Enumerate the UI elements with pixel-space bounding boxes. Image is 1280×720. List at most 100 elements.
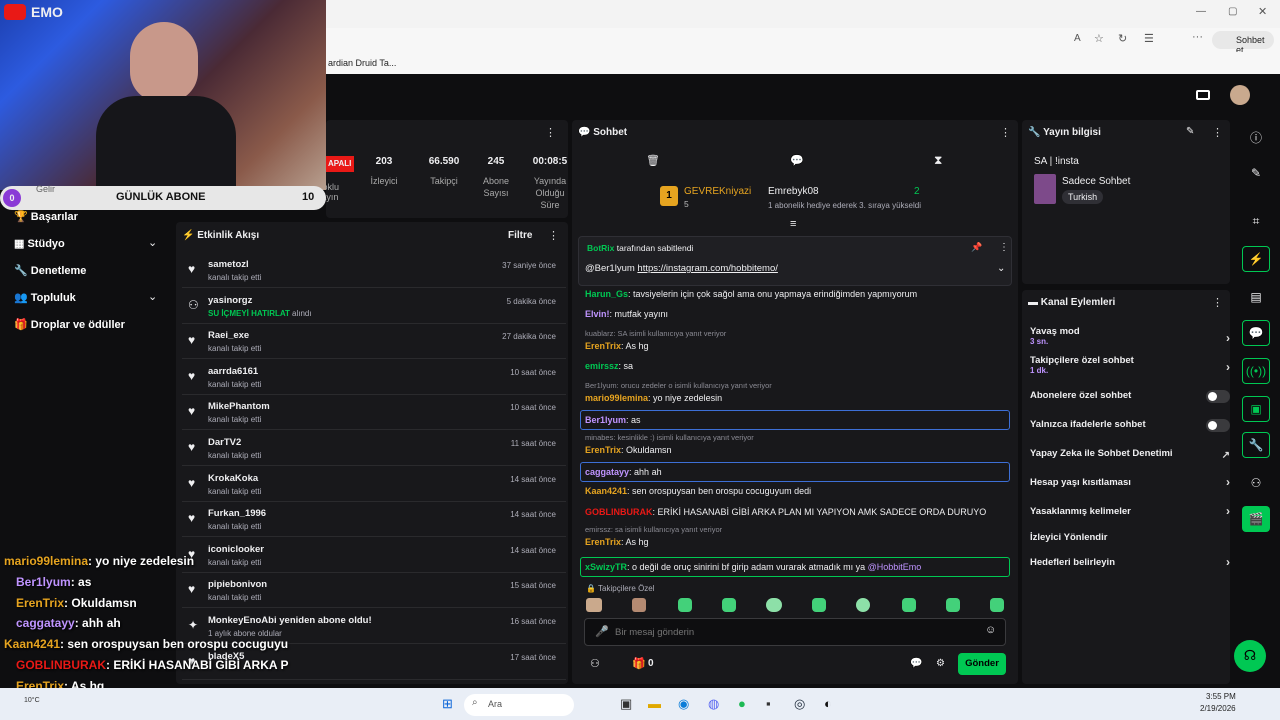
event-row[interactable]: ♥ iconiclooker kanalı takip etti 14 saat ön… xyxy=(182,539,566,573)
chat-username[interactable]: ErenTrix xyxy=(585,537,621,547)
clapper-icon[interactable]: 🎬 xyxy=(1242,506,1270,532)
pin-icon[interactable]: 📌 xyxy=(971,242,982,253)
chat-message[interactable]: xSwizyTR: o değil de oruç sinirini bf gi… xyxy=(580,557,1010,577)
wrench-icon[interactable]: 🔧 xyxy=(1242,432,1270,458)
channel-points-icon[interactable]: ⚇ xyxy=(590,657,600,670)
broadcast-icon[interactable]: ((•)) xyxy=(1242,358,1270,384)
chat-message[interactable]: Elvin!: mutfak yayını xyxy=(585,308,1005,320)
event-row[interactable]: ♥ pipiebonivon kanalı takip etti 15 saat ön… xyxy=(182,574,566,609)
document-icon[interactable]: ▤ xyxy=(1242,284,1270,310)
chat-username[interactable]: xSwizyTR xyxy=(585,562,627,572)
event-row[interactable]: ♥ aarrda6161 kanalı takip etti 10 saat önce xyxy=(182,361,566,395)
event-row[interactable]: ♥ Furkan_1996 kanalı takip etti 14 saat önc… xyxy=(182,503,566,538)
edge-icon[interactable]: ◉ xyxy=(678,696,689,712)
trash-icon[interactable]: 🗑 xyxy=(646,154,660,167)
file-explorer-icon[interactable]: ▬ xyxy=(648,696,661,711)
share-icon[interactable]: ⚇ xyxy=(1242,470,1270,496)
chevron-down-icon[interactable]: ⌄ xyxy=(997,263,1005,274)
task-view-icon[interactable]: ▣ xyxy=(620,696,632,712)
chat-username[interactable]: caggatayy xyxy=(585,467,629,477)
chat-message[interactable]: GOBLINBURAK: ERİKİ HASANABİ GİBİ ARKA PL… xyxy=(585,506,1005,518)
info-icon[interactable]: ⓘ xyxy=(1242,124,1270,150)
chat-username[interactable]: ErenTrix xyxy=(585,341,621,351)
event-row[interactable]: ♥ MikePhantom kanalı takip etti 10 saat önc… xyxy=(182,396,566,431)
chat-message[interactable]: Ber1lyum: as xyxy=(580,410,1010,430)
chat-message[interactable]: minabes: kesinlikle :) isimli kullanıcıy… xyxy=(585,432,1005,456)
sidebar-item-studio[interactable]: ▦ Stüdyo xyxy=(14,237,65,250)
goals-row[interactable]: Hedefleri belirleyin › xyxy=(1030,555,1230,569)
chat-message[interactable]: Harun_Gs: tavsiyelerin için çok sağol am… xyxy=(585,288,1005,300)
lightning-icon[interactable]: ⚡ xyxy=(1242,246,1270,272)
chat-username[interactable]: ErenTrix xyxy=(585,445,621,455)
chat-message[interactable]: emirssz: sa isimli kullanıcıya yanıt ver… xyxy=(585,524,1005,548)
emote-7[interactable] xyxy=(856,598,870,612)
discord-icon[interactable]: ◍ xyxy=(708,696,719,712)
read-aloud-icon[interactable]: A xyxy=(1074,33,1081,44)
collapse-icon[interactable]: ≡ xyxy=(790,218,796,230)
emote-only-toggle[interactable] xyxy=(1206,419,1230,432)
favorite-star-icon[interactable]: ☆ xyxy=(1094,32,1104,45)
layout-icon[interactable]: ▣ xyxy=(1242,396,1270,422)
maximize-icon[interactable]: ▢ xyxy=(1228,6,1237,17)
chat-message[interactable]: caggatayy: ahh ah xyxy=(580,462,1010,482)
obs-icon[interactable]: ◐ xyxy=(824,696,832,711)
hourglass-icon[interactable]: ⧗ xyxy=(934,153,942,168)
chat-username[interactable]: Elvin! xyxy=(585,309,610,319)
send-button[interactable]: Gönder xyxy=(958,653,1006,675)
more-icon[interactable]: ··· xyxy=(1192,31,1203,43)
chat-icon[interactable]: 💬 xyxy=(1242,320,1270,346)
chat-username[interactable]: Ber1lyum xyxy=(585,415,626,425)
ai-moderation-row[interactable]: Yapay Zeka ile Sohbet Denetimi ↗ xyxy=(1030,448,1230,461)
microphone-icon[interactable]: 🎤 xyxy=(595,625,609,638)
emote-8[interactable] xyxy=(902,598,916,612)
event-row[interactable]: ♥ sametozl kanalı takip etti 37 saniye önce xyxy=(182,254,566,288)
event-row[interactable]: ♥ DarTV2 kanalı takip etti 11 saat önce xyxy=(182,432,566,466)
emote-9[interactable] xyxy=(946,598,960,612)
subs-only-row[interactable]: Abonelere özel sohbet xyxy=(1030,390,1230,403)
emote-4[interactable] xyxy=(722,598,736,612)
followers-only-row[interactable]: Takipçilere özel sohbet 1 dk. › xyxy=(1030,355,1230,375)
subs-only-toggle[interactable] xyxy=(1206,390,1230,403)
account-age-row[interactable]: Hesap yaşı kısıtlaması › xyxy=(1030,475,1230,489)
emote-6[interactable] xyxy=(812,598,826,612)
emote-5[interactable] xyxy=(766,598,782,612)
emote-3[interactable] xyxy=(678,598,692,612)
favorites-icon[interactable]: ☰ xyxy=(1144,32,1154,45)
category-name[interactable]: Sadece Sohbet xyxy=(1062,176,1130,187)
chat-mention[interactable]: @HobbitEmo xyxy=(868,562,922,572)
chat-bubble-icon[interactable]: 💬 xyxy=(790,154,804,167)
avatar[interactable] xyxy=(1230,85,1250,105)
raid-row[interactable]: İzleyici Yönlendir xyxy=(1030,532,1230,543)
chevron-down-icon[interactable]: ⌄ xyxy=(148,236,157,249)
steam-icon[interactable]: ◎ xyxy=(794,696,805,712)
terminal-icon[interactable]: ▪ xyxy=(766,696,771,711)
emote-2[interactable] xyxy=(632,598,646,612)
pin-menu-icon[interactable]: ⋮ xyxy=(999,242,1009,253)
event-row[interactable]: ♥ Raei_exe kanalı takip etti 27 dakika önce xyxy=(182,325,566,360)
support-icon[interactable]: ☊ xyxy=(1234,640,1266,672)
category-thumbnail[interactable] xyxy=(1034,174,1056,204)
stats-menu-icon[interactable]: ⋮ xyxy=(545,126,556,139)
sidebar-item-drops[interactable]: 🎁 Droplar ve ödüller xyxy=(14,318,125,331)
minimize-icon[interactable]: — xyxy=(1196,6,1206,17)
chat-menu-icon[interactable]: ⋮ xyxy=(1000,126,1011,139)
activity-menu-icon[interactable]: ⋮ xyxy=(548,229,559,242)
banned-words-row[interactable]: Yasaklanmış kelimeler › xyxy=(1030,504,1230,518)
chat-username[interactable]: emirssz xyxy=(585,361,619,371)
bookmark-item[interactable]: ardian Druid Ta... xyxy=(328,58,396,68)
sidebar-item-moderation[interactable]: 🔧 Denetleme xyxy=(14,264,86,277)
copilot-button[interactable]: Sohbet et xyxy=(1212,31,1274,55)
slow-mode-row[interactable]: Yavaş mod 3 sn. › xyxy=(1030,326,1230,346)
chat-message[interactable]: kuablarz: SA isimli kullanıcıya yanıt ve… xyxy=(585,328,1005,352)
stream-info-menu-icon[interactable]: ⋮ xyxy=(1212,126,1223,139)
sidebar-item-achievements[interactable]: 🏆 Başarılar xyxy=(14,210,78,223)
emote-only-row[interactable]: Yalnızca ifadelerle sohbet xyxy=(1030,419,1230,432)
mod-view-icon[interactable] xyxy=(1196,90,1210,100)
clip-icon[interactable]: ⌗ xyxy=(1242,208,1270,234)
event-row[interactable]: ♥ KrokaKoka kanalı takip etti 14 saat önce xyxy=(182,468,566,502)
event-row[interactable]: ⚇ yasinorgz SU İÇMEYİ HATIRLAT alındı 5 daki… xyxy=(182,290,566,324)
chevron-down-icon[interactable]: ⌄ xyxy=(148,290,157,303)
chat-message[interactable]: Kaan4241: sen orospuysan ben orospu cocu… xyxy=(585,485,1005,497)
chat-bubble-icon[interactable]: 💬 xyxy=(910,658,922,669)
start-icon[interactable]: ⊞ xyxy=(442,696,453,712)
